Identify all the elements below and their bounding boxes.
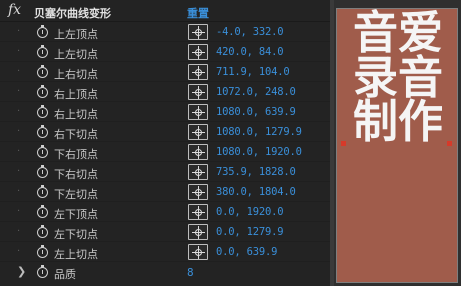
param-value[interactable]: 711.9, 104.0 [216, 66, 290, 78]
crosshair-icon[interactable] [188, 144, 208, 160]
crosshair-icon[interactable] [188, 184, 208, 200]
fx-icon[interactable]: fx [8, 2, 21, 18]
param-value[interactable]: 1072.0, 248.0 [216, 86, 296, 98]
stopwatch-icon[interactable] [37, 85, 49, 98]
param-value[interactable]: 380.0, 1804.0 [216, 186, 296, 198]
effect-controls-panel: fx 贝塞尔曲线变形 重置 · 上左顶点 -4.0, 332.0 · 上左切点 420.0… [0, 0, 330, 286]
row-dot: · [17, 66, 21, 77]
quality-label: 品质 [54, 268, 76, 281]
row-dot: · [17, 246, 21, 257]
effect-header: fx 贝塞尔曲线变形 重置 [0, 0, 330, 22]
effect-name: 贝塞尔曲线变形 [34, 7, 111, 20]
preview-area: 音爱录音制作 [334, 0, 461, 286]
param-row: · 上左顶点 -4.0, 332.0 [0, 22, 330, 42]
param-row: · 右上切点 1080.0, 639.9 [0, 102, 330, 122]
crosshair-icon[interactable] [188, 84, 208, 100]
param-label: 右下切点 [54, 128, 98, 141]
param-value[interactable]: -4.0, 332.0 [216, 26, 284, 38]
stopwatch-icon[interactable] [37, 225, 49, 238]
row-dot: · [17, 226, 21, 237]
stopwatch-icon[interactable] [37, 165, 49, 178]
right-handle[interactable] [447, 141, 452, 146]
param-label: 上右切点 [54, 68, 98, 81]
row-dot: · [17, 26, 21, 37]
row-dot: · [17, 206, 21, 217]
stopwatch-icon[interactable] [37, 205, 49, 218]
param-row: · 左下切点 0.0, 1279.9 [0, 222, 330, 242]
crosshair-icon[interactable] [188, 104, 208, 120]
param-row: · 下左切点 380.0, 1804.0 [0, 182, 330, 202]
preview-frame: 音爱录音制作 [336, 8, 458, 283]
crosshair-icon[interactable] [188, 64, 208, 80]
param-row: · 下右切点 735.9, 1828.0 [0, 162, 330, 182]
crosshair-icon[interactable] [188, 44, 208, 60]
param-row: · 上右切点 711.9, 104.0 [0, 62, 330, 82]
stopwatch-icon[interactable] [37, 265, 49, 278]
param-value[interactable]: 735.9, 1828.0 [216, 166, 296, 178]
row-dot: · [17, 186, 21, 197]
param-label: 上左顶点 [54, 28, 98, 41]
row-dot: · [17, 166, 21, 177]
param-label: 下右切点 [54, 168, 98, 181]
param-row: · 左下顶点 0.0, 1920.0 [0, 202, 330, 222]
stopwatch-icon[interactable] [37, 185, 49, 198]
crosshair-icon[interactable] [188, 24, 208, 40]
stopwatch-icon[interactable] [37, 25, 49, 38]
crosshair-icon[interactable] [188, 164, 208, 180]
param-row: · 左上切点 0.0, 639.9 [0, 242, 330, 262]
chevron-right-icon[interactable]: ❯ [17, 265, 26, 278]
param-label: 下右顶点 [54, 148, 98, 161]
row-dot: · [17, 146, 21, 157]
reset-button[interactable]: 重置 [187, 5, 209, 21]
param-label: 左下切点 [54, 228, 98, 241]
row-dot: · [17, 126, 21, 137]
param-value[interactable]: 0.0, 1920.0 [216, 206, 284, 218]
stopwatch-icon[interactable] [37, 145, 49, 158]
param-value[interactable]: 420.0, 84.0 [216, 46, 284, 58]
row-dot: · [17, 86, 21, 97]
param-label: 上左切点 [54, 48, 98, 61]
param-label: 右上顶点 [54, 88, 98, 101]
stopwatch-icon[interactable] [37, 105, 49, 118]
quality-value[interactable]: 8 [187, 266, 194, 279]
stopwatch-icon[interactable] [37, 65, 49, 78]
stopwatch-icon[interactable] [37, 125, 49, 138]
param-label: 左下顶点 [54, 208, 98, 221]
param-value[interactable]: 1080.0, 639.9 [216, 106, 296, 118]
row-dot: · [17, 46, 21, 57]
preview-text: 音爱录音制作 [352, 6, 443, 148]
param-value[interactable]: 1080.0, 1279.9 [216, 126, 302, 138]
param-label: 下左切点 [54, 188, 98, 201]
param-row: · 上左切点 420.0, 84.0 [0, 42, 330, 62]
left-handle[interactable] [341, 141, 346, 146]
row-dot: · [17, 106, 21, 117]
crosshair-icon[interactable] [188, 124, 208, 140]
crosshair-icon[interactable] [188, 224, 208, 240]
crosshair-icon[interactable] [188, 244, 208, 260]
stopwatch-icon[interactable] [37, 245, 49, 258]
param-label: 右上切点 [54, 108, 98, 121]
param-row: · 右下切点 1080.0, 1279.9 [0, 122, 330, 142]
param-row: · 下右顶点 1080.0, 1920.0 [0, 142, 330, 162]
stopwatch-icon[interactable] [37, 45, 49, 58]
quality-row: ❯ 品质 8 [0, 262, 330, 282]
param-value[interactable]: 0.0, 1279.9 [216, 226, 284, 238]
crosshair-icon[interactable] [188, 204, 208, 220]
param-row: · 右上顶点 1072.0, 248.0 [0, 82, 330, 102]
param-value[interactable]: 1080.0, 1920.0 [216, 146, 302, 158]
param-value[interactable]: 0.0, 639.9 [216, 246, 277, 258]
param-label: 左上切点 [54, 248, 98, 261]
